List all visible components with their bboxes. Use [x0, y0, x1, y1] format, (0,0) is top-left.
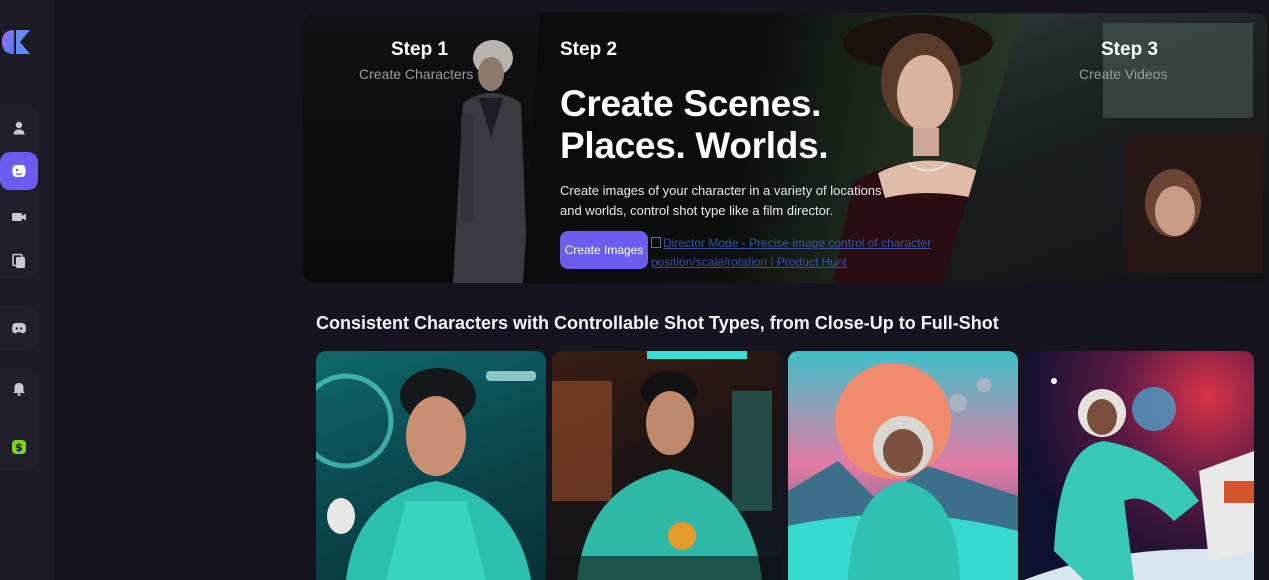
nav-characters-button[interactable]	[0, 152, 38, 190]
section-title: Consistent Characters with Controllable …	[316, 313, 999, 333]
nav-group-main	[0, 104, 38, 278]
copy-icon	[12, 253, 25, 268]
nav-group-discord	[0, 306, 38, 350]
gallery-card-alien-planet[interactable]	[788, 351, 1018, 580]
nav-video-button[interactable]	[0, 198, 38, 236]
logo-icon	[2, 30, 30, 54]
step3-subtitle: Create Videos	[1079, 66, 1168, 82]
bell-icon	[13, 383, 25, 396]
app-logo[interactable]	[0, 28, 36, 56]
video-camera-icon	[12, 213, 26, 221]
create-images-button[interactable]: Create Images	[560, 231, 648, 269]
card-image-full-shot	[1024, 378, 1254, 580]
dollar-icon: $	[12, 440, 26, 454]
user-icon	[13, 121, 25, 135]
step2-title: Step 2	[560, 39, 618, 60]
step1-panel[interactable]: Step 1 Create Characters	[303, 13, 543, 283]
svg-text:$: $	[15, 441, 23, 454]
nav-notifications-button[interactable]	[0, 369, 38, 407]
nav-profile-button[interactable]	[0, 109, 38, 147]
nav-pricing-button[interactable]: $	[0, 428, 38, 466]
card-image-close-up	[316, 368, 536, 580]
hero-heading: Create Scenes. Places. Worlds.	[560, 83, 829, 167]
hero-heading-line1: Create Scenes.	[560, 83, 822, 124]
nav-copy-button[interactable]	[0, 242, 38, 280]
hero-description: Create images of your character in a var…	[560, 183, 882, 218]
product-hunt-badge-link[interactable]: Director Mode - Precise image control of…	[651, 234, 963, 272]
step1-subtitle: Create Characters	[359, 66, 474, 82]
step1-title: Step 1	[391, 39, 449, 60]
gallery-card-full-shot[interactable]	[1024, 351, 1254, 580]
gallery-card-medium-shot[interactable]	[552, 351, 782, 580]
sidebar: $	[0, 0, 54, 580]
broken-image-icon	[651, 237, 661, 248]
discord-icon	[12, 322, 26, 334]
nav-group-bottom: $	[0, 366, 38, 470]
card-image-alien-planet	[788, 363, 1018, 580]
hero-heading-line2: Places. Worlds.	[560, 125, 829, 166]
hero-banner: Step 1 Create Characters Step 3 Create V…	[303, 13, 1267, 283]
nav-discord-button[interactable]	[0, 309, 38, 347]
step3-title: Step 3	[1101, 39, 1159, 60]
product-hunt-badge-alt: Director Mode - Precise image control of…	[651, 236, 932, 269]
characters-icon	[12, 165, 26, 177]
gallery-card-close-up[interactable]	[316, 351, 546, 580]
card-image-medium-shot	[552, 351, 782, 580]
